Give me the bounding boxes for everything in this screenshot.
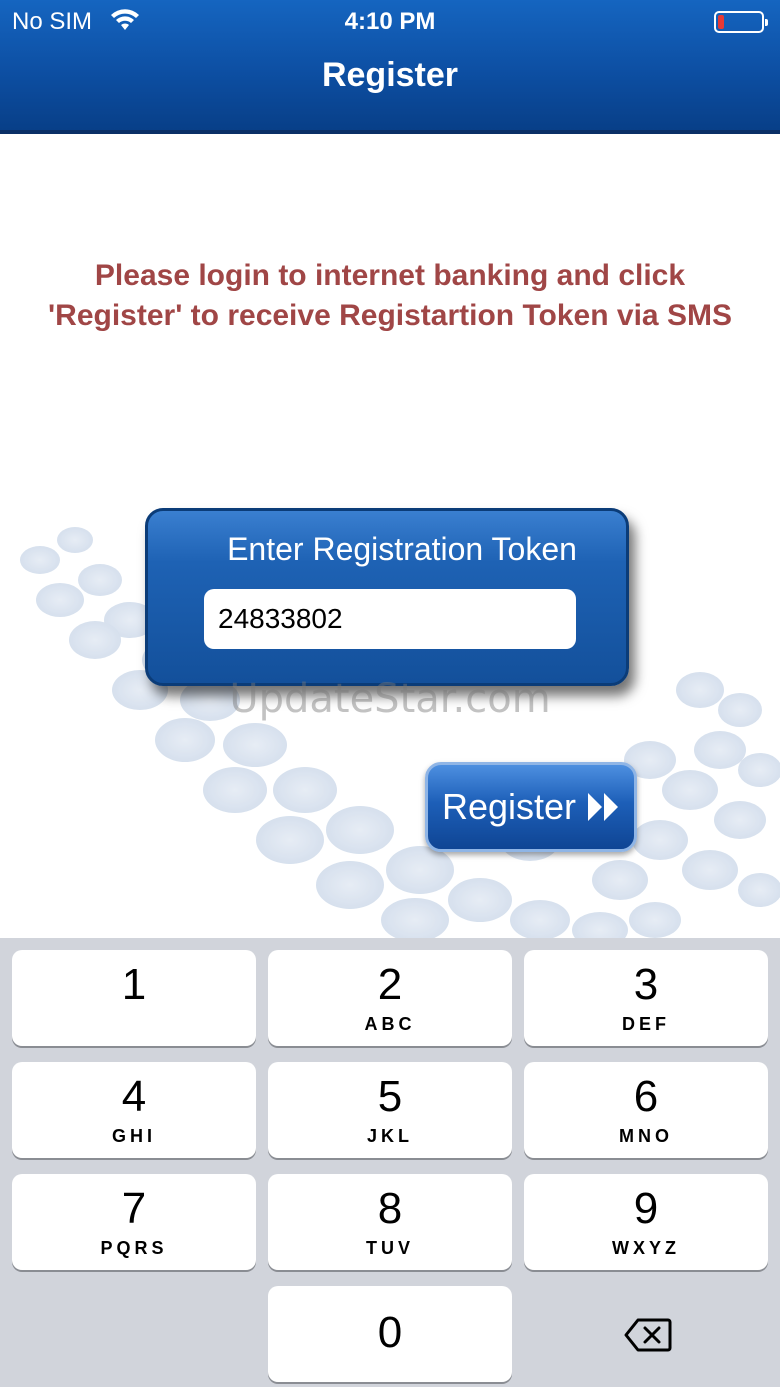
key-digit: 3 (633, 960, 659, 1009)
key-letters: TUV (366, 1238, 414, 1258)
status-bar: No SIM 4:10 PM (0, 0, 780, 44)
key-6[interactable]: 6 MNO (524, 1062, 768, 1158)
key-digit: 7 (121, 1184, 147, 1233)
double-chevron-right-icon (588, 793, 619, 821)
token-panel: Enter Registration Token (145, 508, 629, 686)
battery-low-icon (714, 11, 768, 33)
key-1[interactable]: 1 (12, 950, 256, 1046)
key-8[interactable]: 8 TUV (268, 1174, 512, 1270)
key-2[interactable]: 2 ABC (268, 950, 512, 1046)
key-letters: GHI (111, 1126, 156, 1146)
watermark: UpdateStar.com (229, 676, 551, 722)
key-digit: 1 (121, 960, 147, 1009)
key-letters: ABC (364, 1014, 416, 1034)
key-4[interactable]: 4 GHI (12, 1062, 256, 1158)
top-bar: No SIM 4:10 PM Register (0, 0, 780, 134)
key-digit: 8 (377, 1184, 403, 1233)
key-digit: 6 (633, 1072, 659, 1121)
key-5[interactable]: 5 JKL (268, 1062, 512, 1158)
key-digit: 0 (377, 1308, 403, 1357)
key-letters: MNO (619, 1126, 673, 1146)
page-title: Register (321, 56, 459, 94)
key-digit: 2 (377, 960, 403, 1009)
register-button[interactable]: Register (425, 762, 637, 852)
key-letters: WXYZ (612, 1238, 680, 1258)
key-digit: 5 (377, 1072, 403, 1121)
key-letters: DEF (622, 1014, 670, 1034)
instructions-text: Please login to internet banking and cli… (48, 259, 732, 332)
key-letters: PQRS (100, 1238, 168, 1258)
status-time: 4:10 PM (344, 8, 436, 35)
key-letters: JKL (366, 1126, 413, 1146)
key-3[interactable]: 3 DEF (524, 950, 768, 1046)
delete-key[interactable] (524, 1288, 768, 1384)
register-button-label: Register (441, 786, 577, 827)
key-7[interactable]: 7 PQRS (12, 1174, 256, 1270)
key-digit: 9 (633, 1184, 659, 1233)
key-digit: 4 (121, 1072, 147, 1121)
numeric-keypad: 1 2 ABC 3 DEF 4 GHI 5 JKL 6 MNO 7 PQRS 8… (0, 938, 780, 1387)
key-9[interactable]: 9 WXYZ (524, 1174, 768, 1270)
token-input[interactable] (204, 589, 576, 649)
token-label: Enter Registration Token (227, 531, 577, 567)
key-0[interactable]: 0 (268, 1286, 512, 1382)
backspace-icon (624, 1318, 672, 1352)
